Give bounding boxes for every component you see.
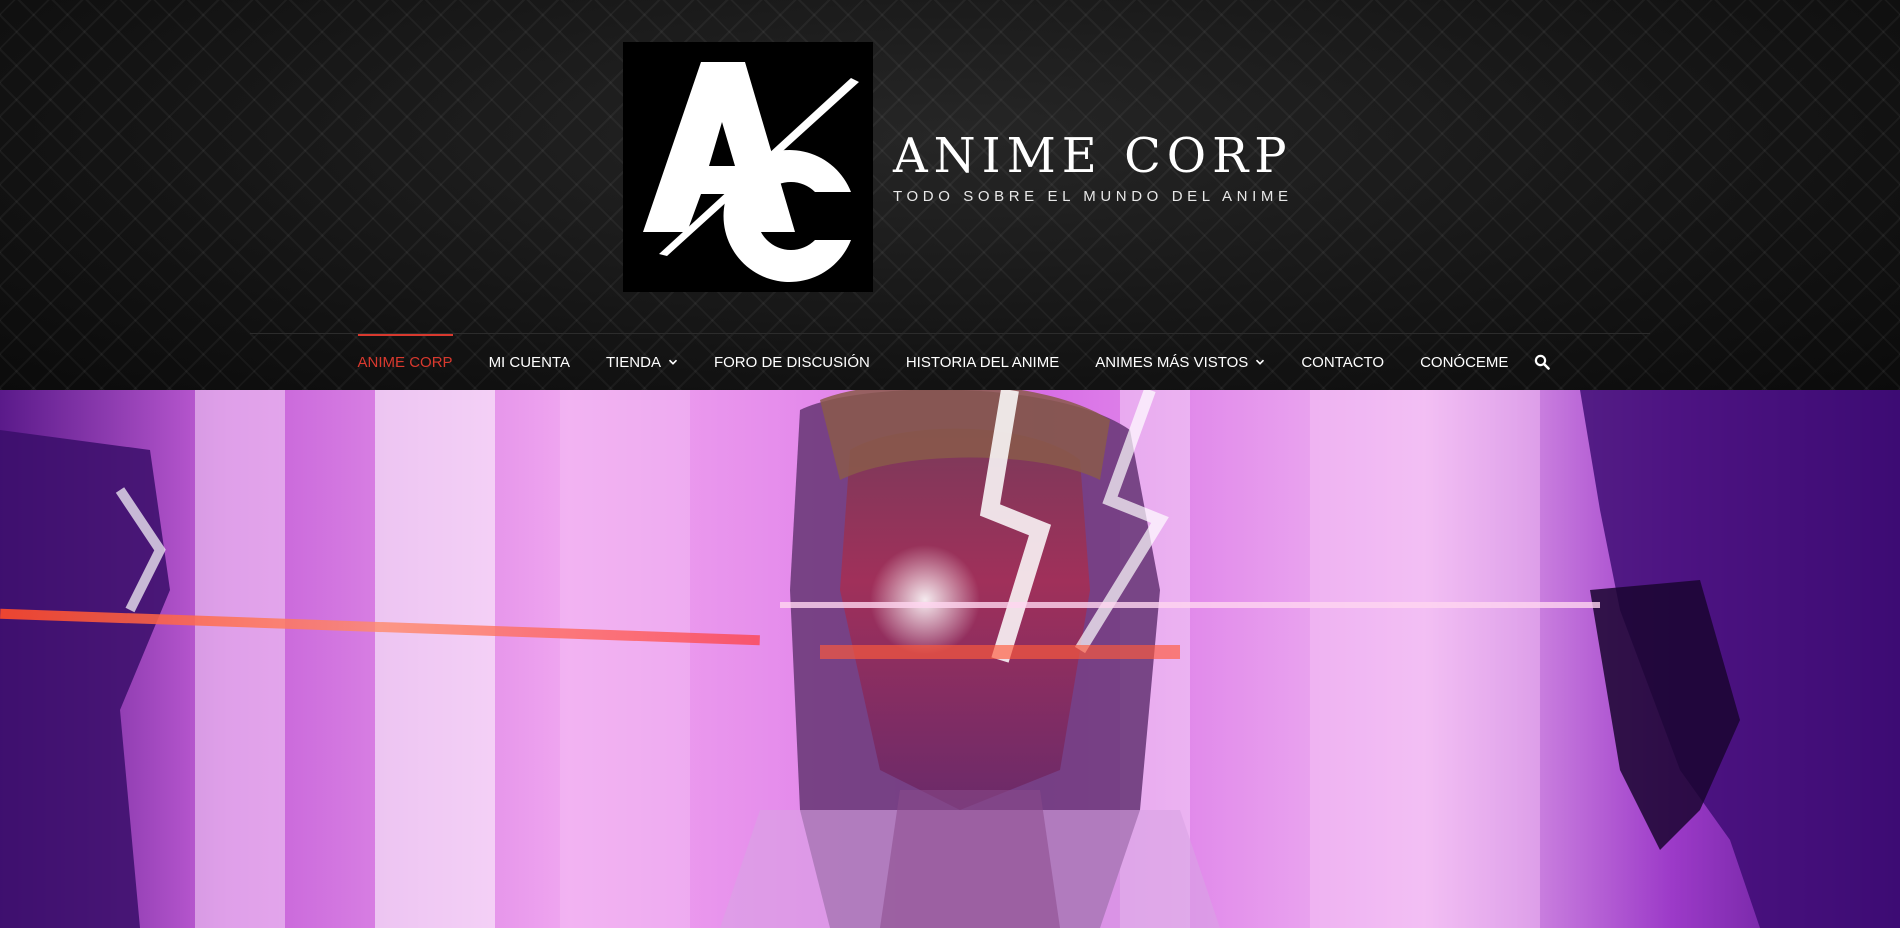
nav-item-foro[interactable]: FORO DE DISCUSIÓN [696,334,888,390]
nav-item-label: CONTACTO [1301,353,1385,371]
nav-item-label: CONÓCEME [1420,353,1509,371]
site-tagline: TODO SOBRE EL MUNDO DEL ANIME [893,188,1293,205]
nav-item-animes-mas-vistos[interactable]: ANIMES MÁS VISTOS [1077,334,1283,390]
nav-item-label: FORO DE DISCUSIÓN [713,353,870,371]
site-logo[interactable] [623,42,873,292]
hero-anime-frame [0,390,1900,928]
nav-item-mi-cuenta[interactable]: MI CUENTA [471,334,588,390]
site-header: ANIME CORP TODO SOBRE EL MUNDO DEL ANIME… [0,0,1900,390]
nav-item-contacto[interactable]: CONTACTO [1283,334,1402,390]
nav-item-conoceme[interactable]: CONÓCEME [1402,334,1526,390]
logo-ac-mark [643,62,859,282]
page: ANIME CORP TODO SOBRE EL MUNDO DEL ANIME… [0,0,1900,928]
chevron-down-icon [668,357,678,367]
nav-item-label: ANIME CORP [357,353,453,371]
nav-item-tienda[interactable]: TIENDA [588,334,696,390]
main-navigation: ANIME CORP MI CUENTA TIENDA FORO DE DISC… [0,334,1900,390]
nav-item-historia[interactable]: HISTORIA DEL ANIME [888,334,1077,390]
nav-item-label: TIENDA [605,353,661,371]
nav-item-anime-corp[interactable]: ANIME CORP [340,334,471,390]
nav-item-label: MI CUENTA [488,353,570,371]
nav-item-label: HISTORIA DEL ANIME [905,353,1060,371]
search-icon[interactable] [1526,334,1560,390]
site-title[interactable]: ANIME CORP [893,124,1293,188]
nav-item-label: ANIMES MÁS VISTOS [1095,353,1249,371]
hero-video[interactable] [0,390,1900,928]
chevron-down-icon [1255,357,1265,367]
